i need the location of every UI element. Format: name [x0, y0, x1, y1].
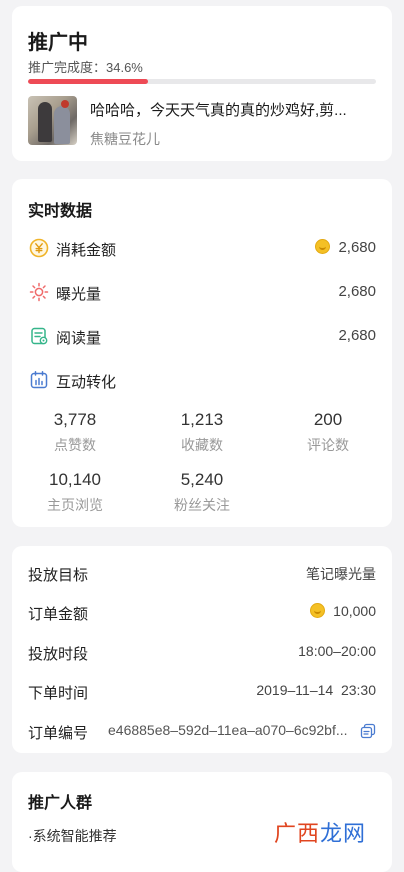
metric-row-exposure: 曝光量 2,680	[12, 280, 392, 304]
order-label: 下单时间	[28, 685, 89, 702]
stat-value: 5,240	[180, 470, 224, 489]
coin-icon	[315, 239, 331, 254]
sun-icon	[29, 282, 49, 302]
stat-label: 评论数	[307, 437, 349, 453]
realtime-data-card: 实时数据 消耗金额 2,680 曝光量 2,680 阅读量 2,680 互动转化…	[12, 179, 392, 527]
promotion-status-card: 推广中 推广完成度：34.6% 哈哈哈，今天天气真的真的炒鸡好,剪... 焦糖豆…	[12, 6, 392, 161]
metric-value-text: 2,680	[338, 239, 376, 256]
stat-label: 主页浏览	[47, 497, 103, 513]
interaction-label: 互动转化	[56, 374, 117, 391]
order-row-period: 投放时段 18:00–20:00	[12, 641, 392, 663]
stat-collects: 1,213 收藏数	[152, 410, 252, 455]
order-label: 投放目标	[28, 567, 89, 584]
stat-value: 10,140	[49, 470, 101, 489]
metric-value: 2,680	[338, 283, 376, 300]
order-id-value: e46885e8–592d–11ea–a070–6c92bf...	[108, 722, 348, 738]
copy-icon[interactable]	[360, 723, 376, 739]
order-row-time: 下单时间 2019–11–14 23:30	[12, 680, 392, 702]
coin-icon	[310, 603, 326, 618]
stat-label: 收藏数	[181, 437, 223, 453]
order-value: 2019–11–14 23:30	[256, 682, 376, 698]
order-label: 投放时段	[28, 646, 89, 663]
order-label: 订单编号	[28, 725, 89, 742]
progress-bar-fill	[28, 79, 149, 84]
section-title-realtime: 实时数据	[28, 203, 93, 220]
metric-row-spend: 消耗金额 2,680	[12, 236, 392, 260]
watermark-part-2: 龙网	[320, 821, 367, 846]
order-amount-text: 10,000	[333, 603, 376, 619]
note-thumbnail[interactable]	[28, 96, 77, 145]
order-row-id: 订单编号 e46885e8–592d–11ea–a070–6c92bf...	[12, 720, 392, 742]
interaction-header: 互动转化	[12, 368, 392, 392]
note-title[interactable]: 哈哈哈，今天天气真的真的炒鸡好,剪...	[90, 99, 380, 120]
watermark-logo: 广西龙网	[274, 816, 366, 848]
stat-value: 1,213	[180, 410, 224, 429]
metric-value: 2,680	[315, 239, 376, 256]
stat-value: 3,778	[53, 410, 97, 429]
progress-bar	[28, 79, 376, 84]
stat-label: 点赞数	[54, 437, 96, 453]
note-author: 焦糖豆花儿	[90, 131, 160, 147]
watermark-part-1: 广西	[274, 821, 321, 846]
order-row-target: 投放目标 笔记曝光量	[12, 562, 392, 584]
order-info-card: 投放目标 笔记曝光量 订单金额 10,000 投放时段 18:00–20:00 …	[12, 546, 392, 753]
metric-label: 消耗金额	[56, 242, 117, 259]
metric-label: 阅读量	[56, 330, 102, 347]
document-icon	[31, 327, 48, 345]
progress-text: 推广完成度：34.6%	[28, 60, 143, 75]
order-value: 10,000	[310, 603, 376, 619]
stat-profile-views: 10,140 主页浏览	[25, 470, 125, 515]
order-label: 订单金额	[28, 606, 89, 623]
stat-value: 200	[313, 410, 343, 429]
order-value: 18:00–20:00	[298, 643, 376, 659]
metric-label: 曝光量	[56, 286, 102, 303]
stat-likes: 3,778 点赞数	[25, 410, 125, 455]
calendar-chart-icon	[30, 371, 48, 389]
stat-follows: 5,240 粉丝关注	[152, 470, 252, 515]
metric-row-reads: 阅读量 2,680	[12, 324, 392, 348]
metric-value: 2,680	[338, 327, 376, 344]
stat-label: 粉丝关注	[174, 497, 230, 513]
stat-comments: 200 评论数	[278, 410, 378, 455]
order-row-amount: 订单金额 10,000	[12, 601, 392, 623]
order-value: 笔记曝光量	[306, 566, 376, 582]
yuan-coin-icon	[29, 238, 49, 258]
status-title: 推广中	[28, 32, 88, 54]
audience-item: ·系统智能推荐	[28, 828, 117, 844]
section-title-audience: 推广人群	[28, 795, 93, 812]
